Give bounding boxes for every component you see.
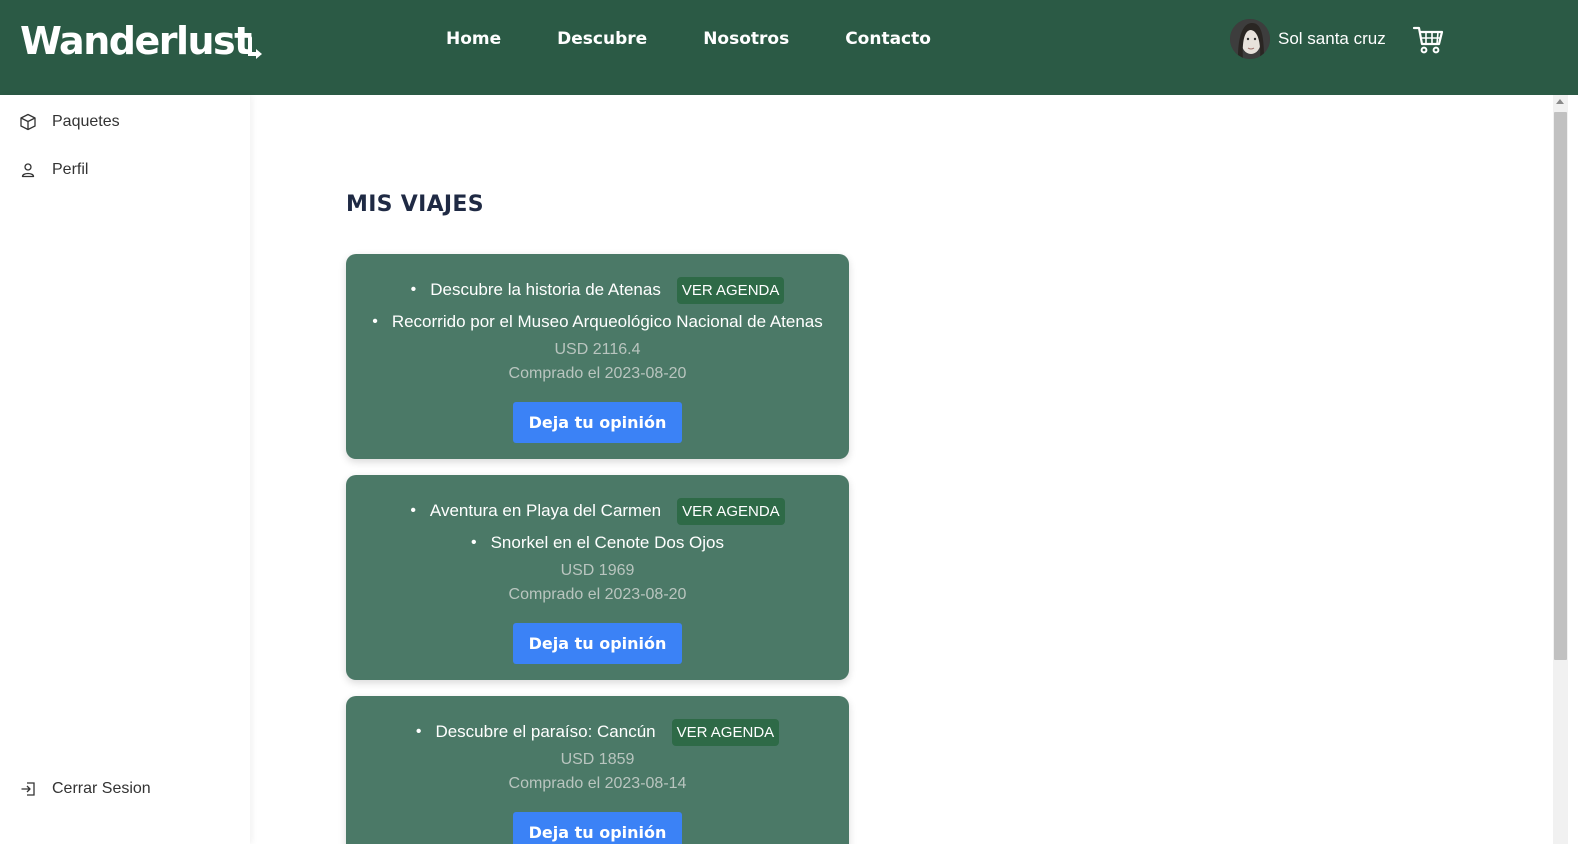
trip-package-name: Descubre el paraíso: Cancún [435, 722, 656, 741]
trip-package-name: Descubre la historia de Atenas [430, 280, 661, 299]
view-agenda-button[interactable]: VER AGENDA [671, 718, 780, 746]
trip-list: • Descubre la historia de Atenas VER AGE… [346, 254, 849, 844]
sidebar-item-paquetes[interactable]: Paquetes [18, 112, 120, 132]
view-agenda-button[interactable]: VER AGENDA [676, 276, 785, 304]
nav-home[interactable]: Home [446, 29, 501, 49]
shopping-cart-icon[interactable] [1412, 25, 1444, 60]
logo-text: Wanderlust [20, 19, 252, 63]
list-item: • Snorkel en el Cenote Dos Ojos [470, 533, 724, 552]
main-nav: Home Descubre Nosotros Contacto [446, 29, 931, 49]
logout-button[interactable]: Cerrar Sesion [18, 779, 151, 799]
sidebar-item-label: Perfil [52, 161, 89, 178]
scroll-up-arrow-icon[interactable] [1556, 99, 1564, 104]
user-avatar-icon [1230, 19, 1270, 59]
trip-card: • Descubre el paraíso: Cancún VER AGENDA… [346, 696, 849, 844]
trip-purchase-date: Comprado el 2023-08-20 [508, 365, 687, 382]
nav-descubre[interactable]: Descubre [557, 29, 647, 49]
leave-review-button[interactable]: Deja tu opinión [512, 402, 683, 443]
package-box-icon [18, 112, 38, 132]
list-item: • Aventura en Playa del Carmen VER AGEND… [410, 495, 785, 527]
user-menu[interactable]: Sol santa cruz [1230, 19, 1386, 59]
trip-activity-name: Snorkel en el Cenote Dos Ojos [490, 533, 724, 552]
trip-purchase-date: Comprado el 2023-08-14 [508, 775, 687, 792]
top-navbar: Wanderlust Home Descubre Nosotros Contac… [0, 0, 1578, 95]
leave-review-button[interactable]: Deja tu opinión [512, 623, 683, 664]
scrollbar-thumb[interactable] [1554, 112, 1567, 660]
view-agenda-button[interactable]: VER AGENDA [677, 497, 785, 525]
trip-package-name: Aventura en Playa del Carmen [429, 501, 662, 520]
list-item: • Descubre el paraíso: Cancún VER AGENDA [416, 716, 780, 748]
trip-price: USD 1969 [560, 562, 635, 579]
user-name: Sol santa cruz [1278, 29, 1386, 48]
trip-card: • Descubre la historia de Atenas VER AGE… [346, 254, 849, 459]
sidebar-item-perfil[interactable]: Perfil [18, 160, 88, 180]
trip-price: USD 2116.4 [554, 341, 641, 358]
logo[interactable]: Wanderlust [20, 18, 263, 64]
logo-arrow-icon [247, 36, 262, 59]
vertical-scrollbar[interactable] [1553, 95, 1568, 844]
trip-activity-name: Recorrido por el Museo Arqueológico Naci… [391, 312, 823, 331]
trip-card: • Aventura en Playa del Carmen VER AGEND… [346, 475, 849, 680]
sidebar-item-label: Paquetes [52, 113, 120, 130]
trip-price: USD 1859 [560, 751, 635, 768]
leave-review-button[interactable]: Deja tu opinión [512, 812, 683, 844]
nav-nosotros[interactable]: Nosotros [703, 29, 789, 49]
user-icon [18, 160, 38, 180]
list-item: • Descubre la historia de Atenas VER AGE… [411, 274, 785, 306]
sidebar: Paquetes Perfil Cerrar Sesion [0, 95, 250, 844]
logout-icon [18, 779, 38, 799]
nav-contacto[interactable]: Contacto [845, 29, 931, 49]
logout-label: Cerrar Sesion [52, 780, 151, 797]
avatar [1230, 19, 1270, 59]
list-item: • Recorrido por el Museo Arqueológico Na… [372, 312, 823, 331]
page-title: MIS VIAJES [346, 192, 484, 217]
trip-purchase-date: Comprado el 2023-08-20 [508, 586, 687, 603]
